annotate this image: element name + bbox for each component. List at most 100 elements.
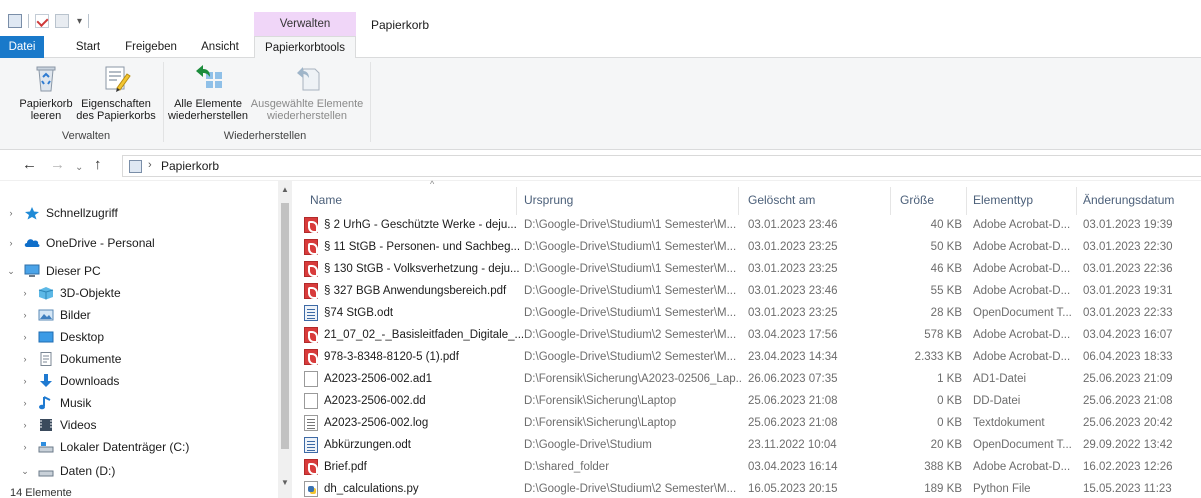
table-row[interactable]: Brief.pdf D:\shared_folder 03.04.2023 16:1… [292, 456, 1201, 478]
table-row[interactable]: § 130 StGB - Volksverhetzung - deju... D:… [292, 258, 1201, 280]
group-label-verwalten: Verwalten [61, 130, 111, 142]
file-size: 578 KB [924, 329, 962, 341]
customize-toolbar-chevron-icon[interactable]: ▾ [77, 16, 82, 27]
restore-selected-button[interactable]: Ausgewählte Elemente wiederherstellen [250, 62, 364, 122]
tab-ansicht[interactable]: Ansicht [194, 36, 246, 58]
tree-item-dokumente[interactable]: › Dokumente [18, 348, 121, 370]
pdf-file-icon [304, 349, 318, 365]
tree-item-3d-objekte[interactable]: › 3D-Objekte [18, 282, 121, 304]
tree-item-videos[interactable]: › Videos [18, 414, 97, 436]
file-type: Python File [973, 483, 1031, 495]
chevron-right-icon[interactable]: › [18, 442, 32, 452]
file-modified-date: 25.06.2023 21:08 [1083, 395, 1173, 407]
forward-arrow-icon[interactable]: → [50, 157, 65, 173]
new-folder-icon[interactable] [55, 14, 69, 28]
chevron-right-icon[interactable]: › [4, 208, 18, 218]
column-header-groesse[interactable]: Größe [900, 181, 960, 215]
address-bar[interactable]: › Papierkorb [122, 155, 1201, 177]
column-header-name-label: Name [310, 193, 343, 207]
file-size: 0 KB [937, 395, 962, 407]
column-header-elementtyp[interactable]: Elementtyp [973, 181, 1083, 215]
column-header-ursprung[interactable]: Ursprung [524, 181, 734, 215]
chevron-down-icon[interactable]: ⌄ [4, 266, 18, 277]
tab-datei[interactable]: Datei [0, 36, 44, 58]
file-deleted-date: 03.04.2023 17:56 [748, 329, 838, 341]
properties-check-icon[interactable] [35, 14, 49, 28]
chevron-right-icon[interactable]: › [18, 310, 32, 320]
table-row[interactable]: A2023-2506-002.log D:\Forensik\Sicherung\… [292, 412, 1201, 434]
recycle-bin-properties-button[interactable]: Eigenschaften des Papierkorbs [74, 62, 158, 122]
file-size: 0 KB [937, 417, 962, 429]
ribbon-tabs: Datei Start Freigeben Ansicht Papierkorb… [0, 36, 1201, 59]
tree-item-desktop[interactable]: › Desktop [18, 326, 105, 348]
chevron-right-icon[interactable]: › [18, 288, 32, 298]
table-row[interactable]: 978-3-8348-8120-5 (1).pdf D:\Google-Drive… [292, 346, 1201, 368]
breadcrumb-papierkorb[interactable]: Papierkorb [161, 159, 219, 173]
drive-d-icon [38, 464, 54, 478]
file-deleted-date: 25.06.2023 21:08 [748, 395, 838, 407]
table-row[interactable]: § 2 UrhG - Geschützte Werke - deju... D:\… [292, 214, 1201, 236]
tree-item-bilder[interactable]: › Bilder [18, 304, 91, 326]
file-name: § 327 BGB Anwendungsbereich.pdf [324, 285, 507, 297]
tree-label: Schnellzugriff [46, 206, 118, 220]
file-type: Adobe Acrobat-D... [973, 329, 1071, 341]
tree-item-dieser-pc[interactable]: ⌄ Dieser PC [4, 260, 100, 282]
table-row[interactable]: 21_07_02_-_Basisleitfaden_Digitale_... D:… [292, 324, 1201, 346]
file-name: 978-3-8348-8120-5 (1).pdf [324, 351, 459, 363]
table-row[interactable]: §74 StGB.odt D:\Google-Drive\Studium\1 Se… [292, 302, 1201, 324]
file-deleted-date: 03.01.2023 23:25 [748, 307, 838, 319]
back-arrow-icon[interactable]: ← [22, 157, 37, 173]
restore-all-button[interactable]: Alle Elemente wiederherstellen [166, 62, 250, 122]
3d-objects-icon [38, 286, 54, 300]
file-name: § 2 UrhG - Geschützte Werke - deju... [324, 219, 517, 231]
file-origin: D:\Google-Drive\Studium\2 Semester\M... [524, 483, 737, 495]
recent-locations-chevron-icon[interactable]: ⌄ [75, 160, 83, 176]
navigation-scrollbar[interactable]: ▲ ▼ [278, 181, 292, 498]
file-modified-date: 29.09.2022 13:42 [1083, 439, 1173, 451]
chevron-down-icon[interactable]: ⌄ [18, 466, 32, 477]
column-header-aenderungsdatum[interactable]: Änderungsdatum [1083, 181, 1201, 215]
tree-item-laufwerk-c[interactable]: › Lokaler Datenträger (C:) [18, 436, 190, 458]
scroll-up-icon[interactable]: ▲ [278, 185, 292, 194]
table-row[interactable]: § 11 StGB - Personen- und Sachbeg... D:\G… [292, 236, 1201, 258]
column-divider[interactable] [890, 187, 891, 215]
tree-item-musik[interactable]: › Musik [18, 392, 92, 414]
tab-freigeben[interactable]: Freigeben [120, 36, 182, 58]
tab-papierkorbtools[interactable]: Papierkorbtools [254, 36, 356, 59]
up-arrow-icon[interactable]: ↑ [94, 157, 102, 173]
column-divider[interactable] [516, 187, 517, 215]
pdf-file-icon [304, 327, 318, 343]
column-header-geloescht-am[interactable]: Gelöscht am [748, 181, 888, 215]
chevron-right-icon[interactable]: › [18, 420, 32, 430]
tree-label: Desktop [60, 330, 105, 344]
tree-item-schnellzugriff[interactable]: › Schnellzugriff [4, 202, 118, 224]
chevron-right-icon[interactable]: › [18, 354, 32, 364]
column-divider[interactable] [1076, 187, 1077, 215]
tree-item-laufwerk-d[interactable]: ⌄ Daten (D:) [18, 460, 115, 482]
file-deleted-date: 25.06.2023 21:08 [748, 417, 838, 429]
column-divider[interactable] [738, 187, 739, 215]
chevron-right-icon[interactable]: › [18, 376, 32, 386]
recycle-bin-small-icon [8, 14, 22, 28]
group-label-wiederherstellen: Wiederherstellen [223, 130, 307, 142]
scroll-down-icon[interactable]: ▼ [278, 478, 292, 487]
table-row[interactable]: A2023-2506-002.dd D:\Forensik\Sicherung\L… [292, 390, 1201, 412]
scrollbar-thumb[interactable] [281, 203, 289, 449]
table-row[interactable]: Abkürzungen.odt D:\Google-Drive\Studium 23… [292, 434, 1201, 456]
table-row[interactable]: A2023-2506-002.ad1 D:\Forensik\Sicherung\… [292, 368, 1201, 390]
tab-start[interactable]: Start [66, 36, 110, 58]
table-row[interactable]: dh_calculations.py D:\Google-Drive\Studiu… [292, 478, 1201, 498]
column-header-name[interactable]: ^ Name [310, 179, 510, 215]
chevron-right-icon[interactable]: › [4, 238, 18, 248]
breadcrumb-chevron-icon[interactable]: › [148, 159, 152, 171]
file-size: 189 KB [924, 483, 962, 495]
tree-item-onedrive[interactable]: › OneDrive - Personal [4, 232, 155, 254]
chevron-right-icon[interactable]: › [18, 332, 32, 342]
empty-recycle-bin-button[interactable]: Papierkorb leeren [14, 62, 78, 122]
chevron-right-icon[interactable]: › [18, 398, 32, 408]
table-row[interactable]: § 327 BGB Anwendungsbereich.pdf D:\Google… [292, 280, 1201, 302]
navigation-bar: ← → ⌄ ↑ › Papierkorb [0, 151, 1201, 181]
tree-item-downloads[interactable]: › Downloads [18, 370, 119, 392]
file-modified-date: 25.06.2023 21:09 [1083, 373, 1173, 385]
column-divider[interactable] [966, 187, 967, 215]
